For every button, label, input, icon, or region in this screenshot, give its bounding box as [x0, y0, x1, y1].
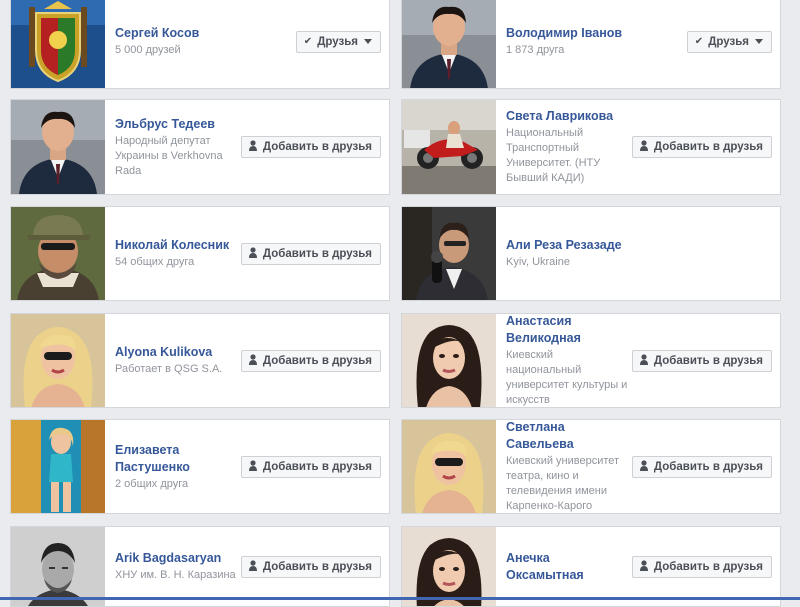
add-friend-icon — [639, 559, 649, 574]
add-friend-icon — [639, 140, 649, 154]
add-friend-button[interactable]: Добавить в друзья — [631, 555, 772, 578]
friend-info: Анечка Оксамытная — [506, 527, 628, 606]
friend-card: Светлана Савельева Киевский университет т… — [401, 419, 781, 514]
friend-card: Эльбрус Тедеев Народный депутат Украины в… — [10, 99, 390, 195]
friend-avatar[interactable] — [11, 100, 105, 194]
friend-name-link[interactable]: Николай Колесник — [115, 237, 237, 254]
add-friend-button[interactable]: Добавить в друзья — [631, 136, 772, 158]
friend-subtitle: 54 общих друга — [115, 256, 195, 268]
friend-subtitle: Киевский университет театра, кино и теле… — [506, 455, 620, 512]
friend-info: Володимир Іванов 1 873 друга — [506, 0, 628, 88]
friend-info: Николай Колесник 54 общих друга — [115, 207, 237, 300]
button-label: Добавить в друзья — [653, 560, 763, 573]
friend-card: Сергей Косов 5 000 друзей ✔ Друзья — [10, 0, 390, 89]
friend-subtitle: Народный депутат Украины в Verkhovna Rad… — [115, 134, 223, 177]
friend-subtitle: Kyiv, Ukraine — [506, 256, 570, 268]
friend-avatar[interactable] — [402, 100, 496, 194]
friend-info: Arik Bagdasaryan ХНУ им. В. Н. Каразина — [115, 527, 237, 606]
friend-avatar[interactable] — [11, 0, 105, 88]
friend-name-link[interactable]: Alyona Kulikova — [115, 344, 237, 361]
friend-avatar[interactable] — [402, 0, 496, 88]
button-label: Друзья — [317, 35, 358, 48]
friend-card: Анечка Оксамытная Добавить в друзья — [401, 526, 781, 607]
friend-name-link[interactable]: Анастасия Великодная — [506, 314, 628, 347]
friend-info: Светлана Савельева Киевский университет т… — [506, 420, 628, 513]
friend-avatar[interactable] — [402, 314, 496, 407]
add-friend-button[interactable]: Добавить в друзья — [240, 455, 381, 478]
friend-subtitle: 1 873 друга — [506, 44, 565, 56]
friend-info: Али Реза Резазаде Kyiv, Ukraine — [506, 207, 628, 300]
add-friend-button[interactable]: Добавить в друзья — [240, 136, 381, 158]
friends-grid: Сергей Косов 5 000 друзей ✔ Друзья Володимир… — [0, 0, 800, 607]
friend-avatar[interactable] — [402, 527, 496, 606]
add-friend-button[interactable]: Добавить в друзья — [240, 349, 381, 372]
friend-subtitle: Национальный Транспортный Университет. (… — [506, 127, 601, 184]
friend-info: Сергей Косов 5 000 друзей — [115, 0, 237, 88]
button-label: Добавить в друзья — [262, 247, 372, 260]
friend-card: Alyona Kulikova Работает в QSG S.A. Добави… — [10, 313, 390, 408]
friend-card: Arik Bagdasaryan ХНУ им. В. Н. Каразина До… — [10, 526, 390, 607]
friend-card: Анастасия Великодная Киевский национальны… — [401, 313, 781, 408]
friend-name-link[interactable]: Света Лаврикова — [506, 108, 628, 125]
friend-avatar[interactable] — [402, 420, 496, 513]
add-friend-button[interactable]: Добавить в друзья — [240, 242, 381, 265]
friend-name-link[interactable]: Володимир Іванов — [506, 25, 628, 42]
button-label: Друзья — [708, 35, 749, 48]
add-friend-icon — [248, 559, 258, 574]
add-friend-button[interactable]: Добавить в друзья — [631, 455, 772, 478]
friends-dropdown-button[interactable]: ✔ Друзья — [295, 30, 381, 53]
friend-subtitle: 5 000 друзей — [115, 44, 181, 56]
friends-dropdown-button[interactable]: ✔ Друзья — [686, 30, 772, 53]
friend-name-link[interactable]: Эльбрус Тедеев — [115, 116, 237, 133]
friend-subtitle: Киевский национальный университет культу… — [506, 349, 628, 406]
friend-name-link[interactable]: Сергей Косов — [115, 25, 237, 42]
friend-avatar[interactable] — [11, 527, 105, 606]
checkmark-icon: ✔ — [303, 35, 313, 47]
friend-name-link[interactable]: Arik Bagdasaryan — [115, 550, 237, 567]
friend-card: Али Реза Резазаде Kyiv, Ukraine — [401, 206, 781, 301]
button-label: Добавить в друзья — [653, 141, 763, 153]
friend-subtitle: Работает в QSG S.A. — [115, 363, 223, 375]
button-label: Добавить в друзья — [262, 354, 372, 367]
friend-info: Alyona Kulikova Работает в QSG S.A. — [115, 314, 237, 407]
friend-info: Елизавета Пастушенко 2 общих друга — [115, 420, 237, 513]
button-label: Добавить в друзья — [653, 354, 763, 367]
friend-info: Эльбрус Тедеев Народный депутат Украины в… — [115, 100, 237, 194]
friend-name-link[interactable]: Анечка Оксамытная — [506, 550, 628, 584]
friend-avatar[interactable] — [402, 207, 496, 300]
chevron-down-icon — [364, 39, 372, 44]
button-label: Добавить в друзья — [262, 460, 372, 473]
friend-avatar[interactable] — [11, 207, 105, 300]
friend-name-link[interactable]: Али Реза Резазаде — [506, 237, 628, 254]
checkmark-icon: ✔ — [694, 35, 704, 47]
friend-card: Володимир Іванов 1 873 друга ✔ Друзья — [401, 0, 781, 89]
button-label: Добавить в друзья — [262, 560, 372, 573]
add-friend-button[interactable]: Добавить в друзья — [631, 349, 772, 372]
friend-subtitle: ХНУ им. В. Н. Каразина — [115, 569, 236, 581]
button-label: Добавить в друзья — [262, 141, 372, 153]
friend-name-link[interactable]: Елизавета Пастушенко — [115, 442, 237, 476]
add-friend-icon — [248, 140, 258, 154]
friend-card: Елизавета Пастушенко 2 общих друга Добавит… — [10, 419, 390, 514]
friend-avatar[interactable] — [11, 314, 105, 407]
add-friend-icon — [248, 246, 258, 261]
add-friend-icon — [639, 459, 649, 474]
friend-avatar[interactable] — [11, 420, 105, 513]
add-friend-icon — [248, 459, 258, 474]
friend-name-link[interactable]: Светлана Савельева — [506, 420, 628, 453]
add-friend-button[interactable]: Добавить в друзья — [240, 555, 381, 578]
friend-info: Анастасия Великодная Киевский национальны… — [506, 314, 628, 407]
friend-info: Света Лаврикова Национальный Транспортный… — [506, 100, 628, 194]
friend-card: Николай Колесник 54 общих друга Добавить в… — [10, 206, 390, 301]
add-friend-icon — [639, 353, 649, 368]
friend-subtitle: 2 общих друга — [115, 477, 189, 490]
add-friend-icon — [248, 353, 258, 368]
chevron-down-icon — [755, 39, 763, 44]
friend-card: Света Лаврикова Национальный Транспортный… — [401, 99, 781, 195]
button-label: Добавить в друзья — [653, 460, 763, 473]
